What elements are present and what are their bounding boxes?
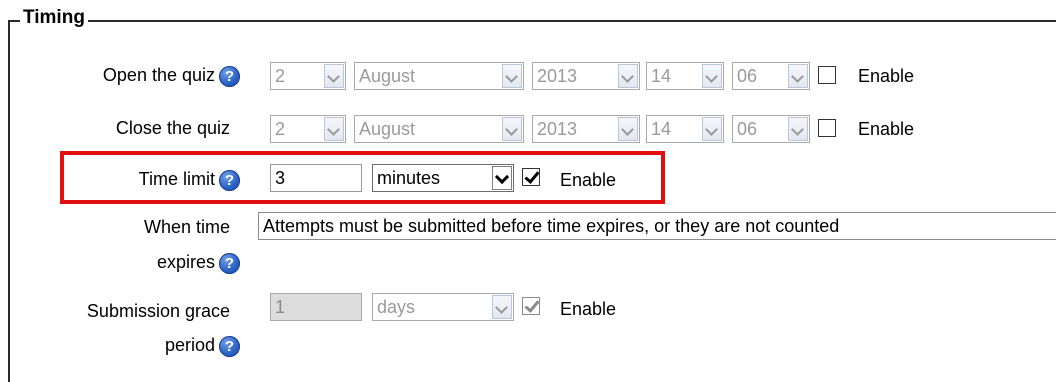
help-icon[interactable]: ?	[219, 252, 240, 274]
grace-period-enable-label: Enable	[560, 299, 617, 319]
timing-legend: Timing	[20, 7, 88, 29]
grace-period-enable-checkbox[interactable]	[522, 297, 540, 315]
when-expires-label-line2: expires	[156, 252, 215, 272]
when-expires-label-line1: When time	[143, 217, 230, 237]
close-quiz-label: Close the quiz	[115, 118, 230, 138]
chevron-down-icon	[324, 117, 344, 141]
close-enable-label: Enable	[858, 119, 915, 139]
open-enable-checkbox[interactable]	[818, 66, 836, 84]
close-minute-select[interactable]: 06	[732, 115, 810, 143]
close-month-select[interactable]: August	[354, 115, 524, 143]
grace-period-input[interactable]: 1	[270, 293, 362, 321]
open-month-select[interactable]: August	[354, 62, 524, 90]
chevron-down-icon	[502, 117, 522, 141]
grace-period-label-line1: Submission grace	[86, 301, 230, 321]
help-icon[interactable]: ?	[219, 65, 240, 87]
grace-period-unit-select[interactable]: days	[372, 293, 514, 321]
close-year-select[interactable]: 2013	[532, 115, 640, 143]
open-minute-select[interactable]: 06	[732, 62, 810, 90]
chevron-down-icon	[492, 295, 512, 319]
close-enable-checkbox[interactable]	[818, 119, 836, 137]
close-day-select[interactable]: 2	[270, 115, 346, 143]
open-day-select[interactable]: 2	[270, 62, 346, 90]
chevron-down-icon	[618, 64, 638, 88]
when-expires-label-row2: expires?	[30, 249, 240, 275]
open-hour-select[interactable]: 14	[646, 62, 724, 90]
grace-period-label-row2: period?	[30, 332, 240, 358]
highlight-box	[60, 151, 665, 204]
grace-period-label-line2: period	[164, 335, 215, 355]
open-quiz-label: Open the quiz	[102, 65, 215, 85]
chevron-down-icon	[324, 64, 344, 88]
chevron-down-icon	[702, 64, 722, 88]
open-quiz-label-row: Open the quiz?	[30, 62, 240, 88]
open-year-select[interactable]: 2013	[532, 62, 640, 90]
help-icon[interactable]: ?	[219, 335, 240, 357]
chevron-down-icon	[788, 117, 808, 141]
chevron-down-icon	[618, 117, 638, 141]
chevron-down-icon	[502, 64, 522, 88]
when-expires-select[interactable]: Attempts must be submitted before time e…	[258, 212, 1056, 240]
open-enable-label: Enable	[858, 66, 915, 86]
chevron-down-icon	[788, 64, 808, 88]
close-hour-select[interactable]: 14	[646, 115, 724, 143]
chevron-down-icon	[702, 117, 722, 141]
